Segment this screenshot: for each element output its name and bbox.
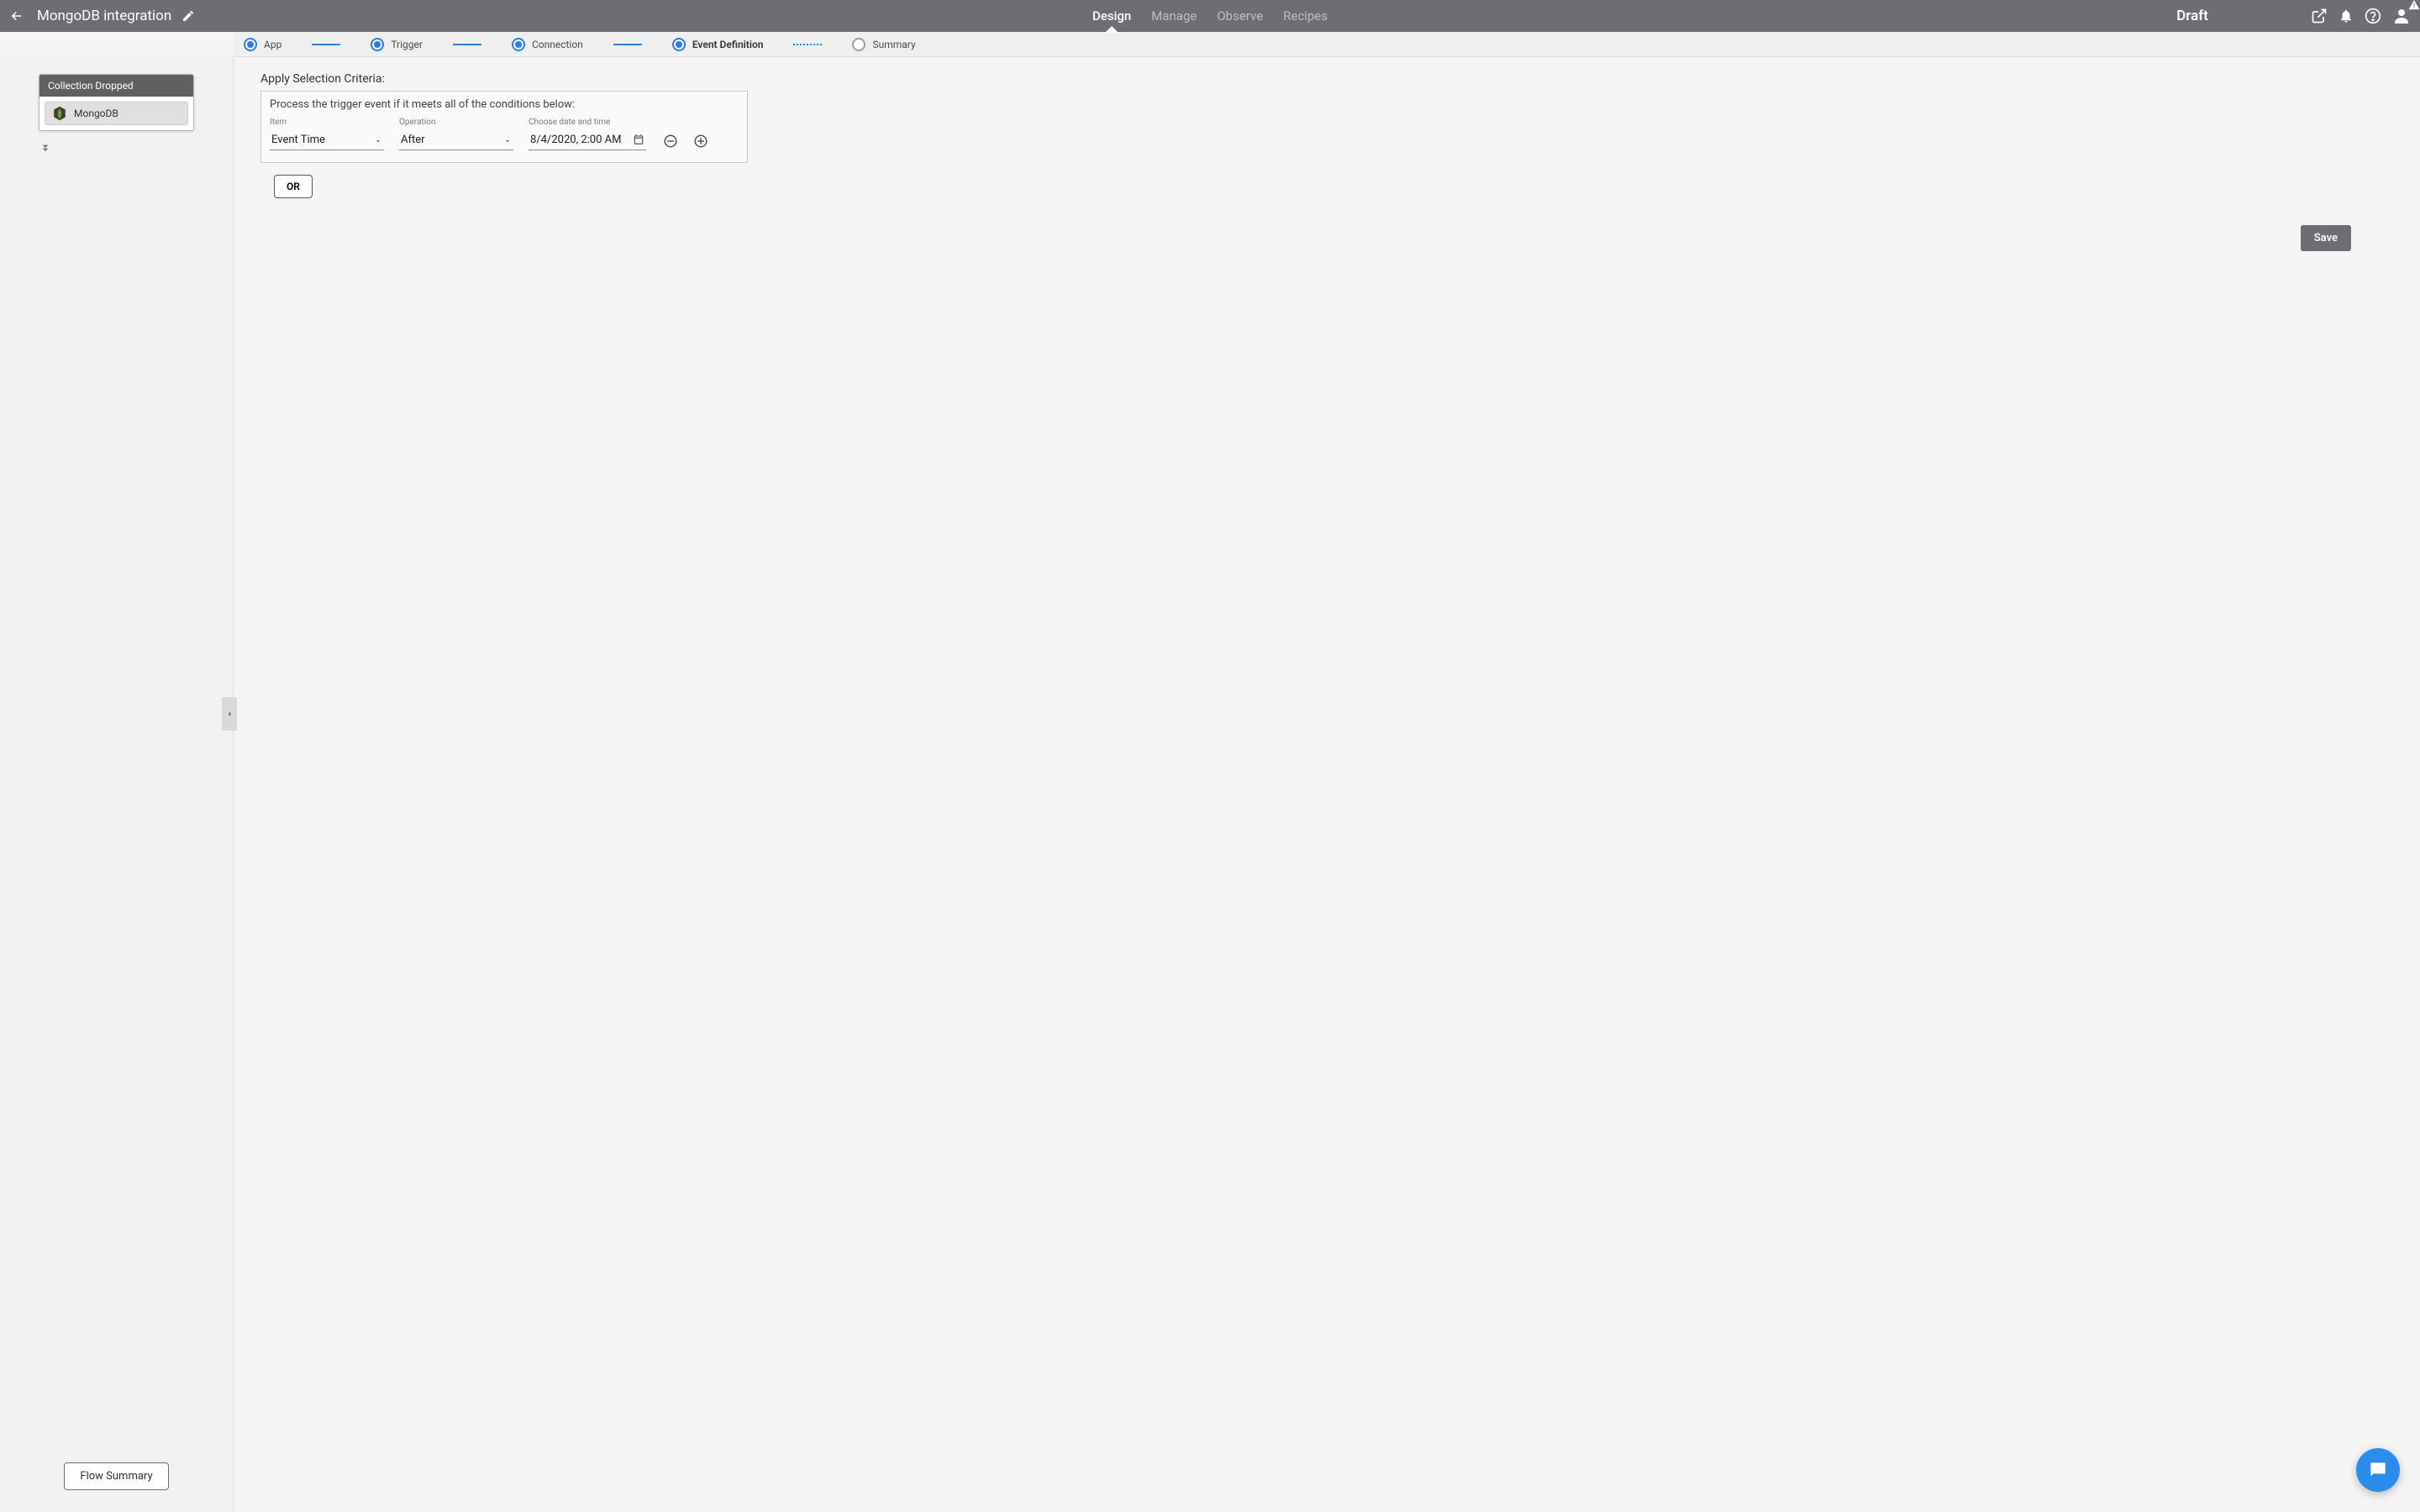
step-bullet-icon <box>244 38 257 51</box>
step-connector-dotted <box>793 44 822 45</box>
user-menu[interactable] <box>2391 6 2412 26</box>
date-field-label: Choose date and time <box>529 118 646 127</box>
integration-status: Draft <box>2176 8 2208 24</box>
flow-sidebar: Collection Dropped MongoDB Flow Summary <box>0 57 234 1512</box>
app-header: MongoDB integration Design Manage Observ… <box>0 0 2420 32</box>
step-label: Summary <box>872 39 915 50</box>
step-bullet-icon <box>371 38 384 51</box>
step-connector <box>453 44 481 45</box>
step-label: App <box>264 39 281 50</box>
operation-field-label: Operation <box>399 118 513 127</box>
trigger-card-title: Collection Dropped <box>39 75 193 97</box>
item-select[interactable] <box>270 130 384 150</box>
flow-summary-button[interactable]: Flow Summary <box>64 1462 168 1490</box>
trigger-card[interactable]: Collection Dropped MongoDB <box>39 74 194 131</box>
add-condition-icon[interactable] <box>693 134 708 149</box>
chat-fab[interactable] <box>2356 1448 2400 1492</box>
warning-badge-icon <box>2408 0 2420 11</box>
integration-title: MongoDB integration <box>37 8 171 24</box>
chevron-left-icon <box>225 710 234 718</box>
step-bullet-icon <box>852 38 865 51</box>
connector-name: MongoDB <box>74 108 118 119</box>
step-connection[interactable]: Connection <box>512 38 583 51</box>
tab-observe[interactable]: Observe <box>1217 2 1263 30</box>
header-nav: Design Manage Observe Recipes <box>1092 2 1328 30</box>
step-trigger[interactable]: Trigger <box>371 38 423 51</box>
step-label: Connection <box>532 39 583 50</box>
main-content: Apply Selection Criteria: Process the tr… <box>234 57 2420 1512</box>
operation-select[interactable] <box>399 130 513 150</box>
date-time-input[interactable] <box>529 130 646 150</box>
tab-manage[interactable]: Manage <box>1151 2 1197 30</box>
step-bullet-icon <box>512 38 525 51</box>
tab-design[interactable]: Design <box>1092 2 1131 30</box>
save-button[interactable]: Save <box>2301 225 2351 251</box>
step-app[interactable]: App <box>244 38 281 51</box>
expand-toggle-icon[interactable] <box>39 141 194 155</box>
criteria-description: Process the trigger event if it meets al… <box>261 92 747 114</box>
step-label: Event Definition <box>692 39 764 50</box>
step-label: Trigger <box>391 39 423 50</box>
sidebar-collapse-handle[interactable] <box>222 697 237 731</box>
step-event-definition[interactable]: Event Definition <box>672 38 764 51</box>
mongodb-logo-icon <box>52 106 67 121</box>
step-connector <box>613 44 642 45</box>
section-title: Apply Selection Criteria: <box>260 72 2393 86</box>
remove-condition-icon[interactable] <box>663 134 678 149</box>
step-connector <box>312 44 340 45</box>
open-external-icon[interactable] <box>2311 8 2328 24</box>
tab-recipes[interactable]: Recipes <box>1283 2 1328 30</box>
notifications-icon[interactable] <box>2338 8 2354 24</box>
step-bullet-icon <box>672 38 686 51</box>
criteria-box: Process the trigger event if it meets al… <box>260 91 748 163</box>
wizard-stepper: App Trigger Connection Event Definition … <box>234 32 2420 57</box>
or-button[interactable]: OR <box>274 175 313 198</box>
edit-title-icon[interactable] <box>180 8 197 24</box>
step-summary[interactable]: Summary <box>852 38 915 51</box>
back-arrow-icon[interactable] <box>8 8 25 24</box>
connector-chip[interactable]: MongoDB <box>45 102 188 125</box>
help-icon[interactable] <box>2365 8 2381 24</box>
item-field-label: Item <box>270 118 384 127</box>
criteria-row: Item Operation <box>261 114 747 150</box>
chat-icon <box>2367 1459 2389 1481</box>
